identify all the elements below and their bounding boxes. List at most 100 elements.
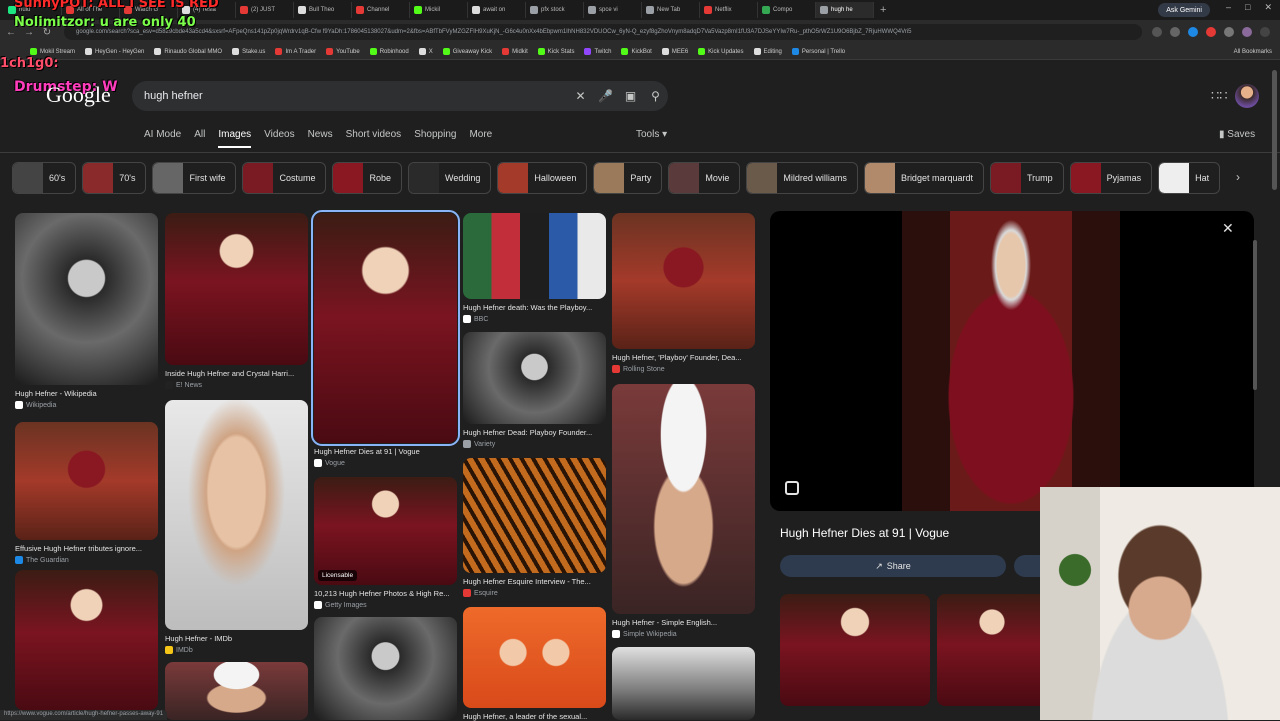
extension-icon[interactable] [1188, 27, 1198, 37]
bookmark-item[interactable]: Twitch [584, 48, 611, 55]
clear-icon[interactable]: ✕ [568, 89, 593, 103]
result-caption[interactable]: 10,213 Hugh Hefner Photos & High Re... [314, 589, 457, 598]
image-result[interactable]: Effusive Hugh Hefner tributes ignore... T… [15, 422, 158, 564]
browser-tab[interactable]: New Tab [642, 2, 700, 18]
refinement-chip[interactable]: Party [593, 162, 663, 194]
bookmark-item[interactable]: Giveaway Kick [442, 48, 492, 55]
bookmark-item[interactable]: X [418, 48, 433, 55]
refinement-chip[interactable]: Costume [242, 162, 327, 194]
refinement-chip[interactable]: Mildred williams [746, 162, 858, 194]
lens-icon[interactable]: ▣ [618, 89, 643, 103]
image-result[interactable]: Hugh Hefner death: Was the Playboy... BBC [463, 213, 606, 323]
bookmark-item[interactable]: MEE6 [661, 48, 688, 55]
browser-tab[interactable]: Compo [758, 2, 816, 18]
image-result[interactable]: Hugh Hefner Dead: Playboy Founder... Vari… [463, 332, 606, 448]
result-thumbnail[interactable] [612, 213, 755, 349]
result-source[interactable]: IMDb [165, 646, 308, 654]
panel-scrollbar[interactable] [1253, 240, 1257, 390]
result-thumbnail[interactable] [463, 332, 606, 424]
close-icon[interactable]: ✕ [1222, 220, 1234, 237]
tab-shopping[interactable]: Shopping [414, 129, 456, 148]
refinement-chip[interactable]: Trump [989, 162, 1064, 194]
search-icon[interactable]: ⚲ [643, 89, 668, 103]
refinement-chip[interactable]: Robe [332, 162, 402, 194]
browser-tab[interactable]: hugh he [816, 2, 874, 18]
result-caption[interactable]: Hugh Hefner - Wikipedia [15, 389, 158, 398]
preview-title[interactable]: Hugh Hefner Dies at 91 | Vogue [780, 526, 949, 540]
result-source[interactable]: Rolling Stone [612, 365, 755, 373]
mic-icon[interactable]: 🎤 [593, 89, 618, 103]
saves-button[interactable]: ▮ Saves [1219, 129, 1255, 140]
minimize-icon[interactable]: – [1226, 2, 1231, 13]
result-source[interactable]: Esquire [463, 589, 606, 597]
tab-ai-mode[interactable]: AI Mode [144, 129, 181, 148]
result-source[interactable]: Simple Wikipedia [612, 630, 755, 638]
image-result[interactable]: Inside Hugh Hefner and Crystal Harri... E… [165, 213, 308, 389]
page-scrollbar[interactable] [1272, 70, 1277, 190]
image-result[interactable]: Hugh Hefner Dies at 91 | Vogue Vogue [311, 210, 460, 467]
share-button[interactable]: ↗ Share [780, 555, 1006, 577]
result-thumbnail[interactable] [463, 458, 606, 573]
bookmark-item[interactable]: Robinhood [369, 48, 409, 55]
refinement-chip[interactable]: First wife [152, 162, 237, 194]
all-bookmarks[interactable]: All Bookmarks [1234, 49, 1272, 55]
refinement-chip[interactable]: Hat [1158, 162, 1221, 194]
result-thumbnail[interactable] [15, 570, 158, 710]
refinement-chip[interactable]: Wedding [408, 162, 492, 194]
result-thumbnail[interactable] [314, 617, 457, 720]
bookmark-item[interactable]: Kick Stats [537, 48, 574, 55]
zoom-icon[interactable] [1152, 27, 1162, 37]
browser-tab[interactable]: await on [468, 2, 526, 18]
tab-more[interactable]: More [469, 129, 492, 148]
result-caption[interactable]: Hugh Hefner Dead: Playboy Founder... [463, 428, 606, 437]
google-logo[interactable]: Google [46, 82, 111, 108]
bookmark-item[interactable]: Stake.us [232, 48, 265, 55]
browser-tab[interactable]: pfx stock [526, 2, 584, 18]
browser-tab[interactable]: Bull Theo [294, 2, 352, 18]
result-source[interactable]: BBC [463, 315, 606, 323]
menu-icon[interactable] [1260, 27, 1270, 37]
result-caption[interactable]: Inside Hugh Hefner and Crystal Harri... [165, 369, 308, 378]
refinement-chip[interactable]: Pyjamas [1069, 162, 1153, 194]
result-caption[interactable]: Hugh Hefner, 'Playboy' Founder, Dea... [612, 353, 755, 362]
result-thumbnail[interactable] [463, 213, 606, 299]
refinement-chip[interactable]: Movie [668, 162, 741, 194]
related-image[interactable] [937, 594, 1047, 706]
result-caption[interactable]: Hugh Hefner - Simple English... [612, 618, 755, 627]
result-source[interactable]: Vogue [314, 459, 457, 467]
tools-button[interactable]: Tools ▾ [636, 129, 667, 140]
refinement-chip[interactable]: 70's [82, 162, 147, 194]
image-result[interactable]: Hugh Hefner, a leader of the sexual... [463, 607, 606, 721]
image-result[interactable]: Hugh Hefner - Simple English... Simple Wi… [612, 384, 755, 638]
result-thumbnail[interactable] [463, 607, 606, 708]
result-caption[interactable]: Hugh Hefner - IMDb [165, 634, 308, 643]
browser-tab[interactable]: Mickil [410, 2, 468, 18]
avatar[interactable] [1235, 84, 1259, 108]
visit-button[interactable] [1014, 555, 1042, 577]
tab-all[interactable]: All [194, 129, 205, 148]
browser-tab[interactable]: Channel [352, 2, 410, 18]
bookmark-item[interactable]: Editing [753, 48, 782, 55]
tab-videos[interactable]: Videos [264, 129, 294, 148]
image-result[interactable] [165, 662, 308, 720]
tab-images[interactable]: Images [218, 129, 252, 148]
result-thumbnail[interactable] [165, 662, 308, 720]
close-window-icon[interactable]: ✕ [1264, 2, 1272, 13]
new-tab-button[interactable]: + [880, 4, 886, 16]
search-input[interactable]: hugh hefner [144, 90, 568, 102]
image-result[interactable]: Hugh Hefner Esquire Interview - The... Es… [463, 458, 606, 597]
bookmark-item[interactable]: Kick Updates [698, 48, 744, 55]
result-caption[interactable]: Hugh Hefner Dies at 91 | Vogue [314, 447, 457, 456]
bookmark-item[interactable]: Mokil Stream [30, 48, 75, 55]
result-source[interactable]: Getty Images [314, 601, 457, 609]
search-box[interactable]: hugh hefner ✕ 🎤 ▣ ⚲ [132, 81, 668, 111]
result-caption[interactable]: Effusive Hugh Hefner tributes ignore... [15, 544, 158, 553]
bookmark-item[interactable]: Midkit [502, 48, 528, 55]
apps-grid-icon[interactable]: ∷∷ [1211, 88, 1228, 104]
ask-gemini-button[interactable]: Ask Gemini [1158, 3, 1210, 17]
profile-icon[interactable] [1242, 27, 1252, 37]
bookmark-item[interactable]: Personal | Trello [791, 48, 845, 55]
image-result[interactable]: Hugh Hefner, 'Playboy' Founder, Dea... Ro… [612, 213, 755, 373]
tab-news[interactable]: News [308, 129, 333, 148]
browser-tab[interactable]: spce vi [584, 2, 642, 18]
